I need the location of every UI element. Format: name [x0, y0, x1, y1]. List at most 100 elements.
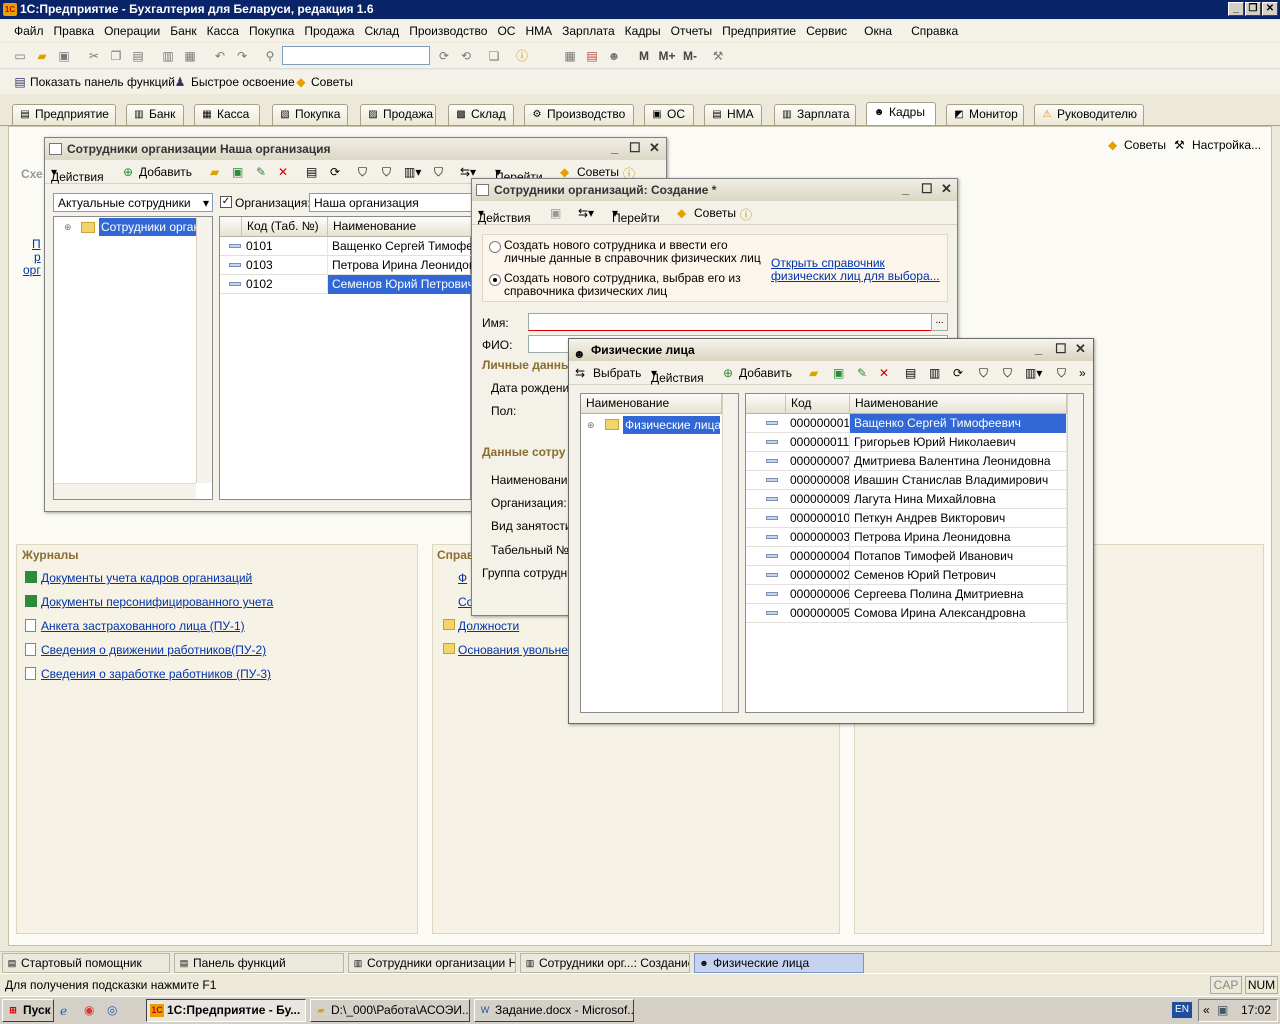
cut-icon[interactable]: ✂ — [86, 48, 102, 64]
org-checkbox[interactable]: ✓ — [220, 196, 232, 208]
print-icon[interactable]: ▥ — [160, 48, 176, 64]
filter-select[interactable]: Актуальные сотрудники ▾ — [53, 193, 213, 212]
info-icon[interactable]: ⓘ — [514, 48, 530, 64]
tree-item[interactable]: Сотрудники органи — [99, 218, 196, 236]
search-input[interactable] — [282, 46, 430, 65]
restore-button[interactable]: ❐ — [1245, 2, 1261, 16]
radio-new-person[interactable] — [489, 241, 501, 253]
taskbar-functions[interactable]: ▤ Панель функций — [174, 953, 344, 973]
menu-item[interactable]: ОС — [492, 20, 520, 38]
hscrollbar[interactable] — [54, 483, 196, 499]
clear-filter-icon[interactable]: ⛉ — [1057, 366, 1066, 381]
add-button[interactable]: Добавить — [139, 165, 192, 179]
ie-icon[interactable]: ℯ — [60, 1004, 67, 1018]
tab-manager[interactable]: ⚠ Руководителю — [1034, 104, 1144, 125]
menu-item[interactable]: Справка — [897, 20, 963, 38]
table-row[interactable]: 000000004 Потапов Тимофей Иванович — [746, 547, 1067, 566]
users-icon[interactable]: ☻ — [606, 48, 622, 64]
delete-icon[interactable]: ✕ — [879, 366, 889, 380]
close-button[interactable]: ✕ — [1262, 2, 1278, 16]
expand-icon[interactable]: ⊕ — [587, 420, 595, 431]
report-link[interactable]: Сведения о движении работников(ПУ-2) — [41, 643, 266, 657]
maximize-button[interactable]: ☐ — [629, 141, 641, 155]
skype-icon[interactable]: ◎ — [107, 1003, 117, 1017]
tab-monitor[interactable]: ◩ Монитор — [946, 104, 1024, 125]
tips-button[interactable]: Советы — [694, 206, 736, 220]
edit-icon[interactable]: ✎ — [857, 366, 867, 380]
taskbar-employees[interactable]: ▥ Сотрудники организации Н... — [348, 953, 516, 973]
expand-icon[interactable]: ⊕ — [64, 222, 72, 233]
scrollbar[interactable] — [196, 217, 212, 483]
menu-item[interactable]: Покупка — [244, 20, 299, 38]
tab-cash[interactable]: ▦ Касса — [194, 104, 260, 125]
add-button[interactable]: Добавить — [739, 366, 792, 380]
col-code[interactable]: Код — [786, 394, 850, 414]
table-row[interactable]: 0103 Петрова Ирина Леонидовн — [220, 256, 472, 275]
ref-link[interactable]: Должности — [458, 619, 519, 633]
edit-icon[interactable]: ✎ — [256, 165, 266, 179]
save-icon[interactable]: ▣ — [550, 206, 561, 220]
select-button[interactable]: Выбрать — [593, 366, 641, 380]
delete-icon[interactable]: ✕ — [278, 165, 288, 179]
filter-menu-icon[interactable]: ▥▾ — [1025, 366, 1042, 380]
menu-item[interactable]: Файл — [0, 20, 49, 38]
memory-mplus-icon[interactable]: M+ — [656, 48, 678, 64]
table-row[interactable]: 000000006 Сергеева Полина Дмитриевна — [746, 585, 1067, 604]
close-button[interactable]: ✕ — [1075, 342, 1086, 356]
start-button[interactable]: ⊞ Пуск — [2, 999, 54, 1022]
clear-filter-icon[interactable]: ⛉ — [434, 165, 443, 180]
taskbar-persons[interactable]: ☻ Физические лица — [694, 953, 864, 973]
actions-menu[interactable]: Действия ▾ — [478, 206, 531, 225]
menu-item[interactable]: Кадры — [620, 20, 666, 38]
clock[interactable]: 17:02 — [1241, 1003, 1271, 1017]
minimize-button[interactable]: _ — [1228, 2, 1244, 16]
hierarchy-icon[interactable]: ▤ — [306, 165, 317, 179]
filter-list-icon[interactable]: ⛉ — [1003, 366, 1012, 381]
tree-item[interactable]: Физические лица — [623, 416, 720, 434]
minimize-button[interactable]: _ — [902, 182, 909, 196]
memory-mminus-icon[interactable]: M- — [680, 48, 700, 64]
col-name[interactable]: Наименование — [328, 217, 472, 237]
filter-list-icon[interactable]: ⛉ — [382, 165, 391, 180]
copy-icon[interactable]: ❐ — [108, 48, 124, 64]
add-folder-icon[interactable]: ▰ — [809, 366, 818, 380]
tips-button[interactable]: Советы — [311, 75, 353, 89]
filter-menu-icon[interactable]: ▥▾ — [404, 165, 421, 179]
help-icon[interactable]: ⓘ — [740, 206, 752, 223]
tray-expand-icon[interactable]: « — [1203, 1003, 1210, 1017]
tab-purchase[interactable]: ▧ Покупка — [272, 104, 348, 125]
menu-item[interactable]: Банк — [165, 20, 201, 38]
os-task-folder[interactable]: ▰ D:\_000\Работа\АСОЭИ... — [310, 999, 470, 1022]
radio-select-person[interactable] — [489, 274, 501, 286]
redo-icon[interactable]: ↷ — [234, 48, 250, 64]
menu-item[interactable]: Склад — [359, 20, 404, 38]
table-row[interactable]: 000000003 Петрова Ирина Леонидовна — [746, 528, 1067, 547]
undo-icon[interactable]: ↶ — [212, 48, 228, 64]
name-input[interactable] — [528, 313, 932, 331]
table-row[interactable]: 000000001 Ващенко Сергей Тимофеевич — [746, 414, 1067, 433]
tree-header[interactable]: Наименование — [581, 394, 722, 414]
open-folder-icon[interactable]: ▰ — [34, 48, 50, 64]
tab-hr[interactable]: ☻ Кадры — [866, 102, 936, 125]
language-indicator[interactable]: EN — [1172, 1002, 1192, 1018]
minimize-button[interactable]: _ — [1035, 342, 1042, 356]
actions-menu[interactable]: Действия ▾ — [51, 165, 104, 184]
table-row[interactable]: 0101 Ващенко Сергей Тимофее — [220, 237, 472, 256]
col-code[interactable]: Код (Таб. №) — [242, 217, 328, 237]
tools-icon[interactable]: ⚒ — [710, 48, 726, 64]
tab-bank[interactable]: ▥ Банк — [126, 104, 184, 125]
scheme-link[interactable]: р — [34, 250, 41, 264]
save-icon[interactable]: ▣ — [56, 48, 72, 64]
move-icon[interactable]: ⇆▾ — [460, 165, 476, 179]
windows-icon[interactable]: ❏ — [486, 48, 502, 64]
tab-os[interactable]: ▣ ОС — [644, 104, 694, 125]
report-link[interactable]: Сведения о заработке работников (ПУ-3) — [41, 667, 271, 681]
open-persons-link[interactable]: Открыть справочник физических лиц для вы… — [771, 257, 947, 283]
actions-menu[interactable]: Действия ▾ — [651, 366, 704, 385]
ref-link[interactable]: Ф — [458, 571, 467, 585]
scrollbar[interactable] — [1067, 394, 1083, 712]
menu-item[interactable]: Сервис — [801, 20, 852, 38]
ref-link[interactable]: Основания увольнен — [458, 643, 575, 657]
memory-m-icon[interactable]: M — [636, 48, 652, 64]
table-row[interactable]: 000000009 Лагута Нина Михайловна — [746, 490, 1067, 509]
